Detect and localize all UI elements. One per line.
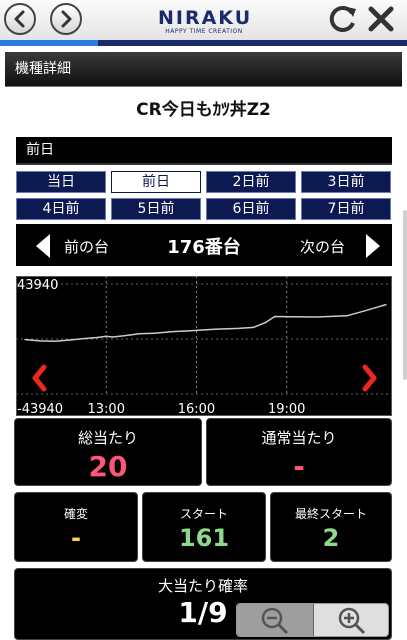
top-toolbar: NIRAKU HAPPY TIME CREATION bbox=[0, 0, 407, 40]
machine-name: CR今日もｶﾂ丼Z2 bbox=[136, 100, 271, 120]
jackpot-rate-label: 大当たり確率 bbox=[157, 577, 248, 595]
last-start-label: 最終スタート bbox=[294, 507, 367, 521]
last-start-value: 2 bbox=[322, 524, 340, 552]
normal-hits-label: 通常当たり bbox=[261, 429, 337, 447]
data-point bbox=[265, 321, 267, 324]
prev-machine-arrow-icon[interactable] bbox=[36, 234, 52, 258]
forward-button[interactable] bbox=[50, 3, 82, 35]
niraku-logo: NIRAKU HAPPY TIME CREATION bbox=[158, 8, 250, 38]
back-button[interactable] bbox=[4, 3, 36, 35]
data-point bbox=[253, 326, 255, 328]
data-point bbox=[81, 338, 83, 340]
total-hits-value: 20 bbox=[88, 450, 128, 483]
close-button[interactable] bbox=[366, 4, 396, 34]
close-icon bbox=[368, 6, 394, 32]
chevron-left-circle-icon bbox=[14, 10, 25, 28]
day-button-5-days-ago[interactable]: 5日前 bbox=[111, 198, 201, 220]
reload-button[interactable] bbox=[328, 4, 358, 34]
data-point bbox=[123, 335, 125, 337]
data-point bbox=[54, 340, 56, 342]
machine-navigation: 前の台 176番台 次の台 bbox=[16, 224, 392, 266]
data-point bbox=[289, 316, 291, 318]
start-value: 161 bbox=[178, 524, 230, 552]
probability-change-box: 確変 - bbox=[14, 492, 138, 562]
chevron-right-circle-icon bbox=[61, 10, 72, 28]
data-point bbox=[274, 315, 276, 318]
start-label: スタート bbox=[179, 507, 228, 521]
y-tick-label-min: -43940 bbox=[17, 402, 63, 416]
next-machine-arrow-icon[interactable] bbox=[364, 234, 380, 258]
payout-chart: 13:00 16:00 19:00 43940 -43940 bbox=[16, 276, 392, 416]
last-start-box: 最終スタート 2 bbox=[270, 492, 392, 562]
progress-fill bbox=[0, 40, 98, 46]
data-point bbox=[364, 310, 366, 312]
day-button-yesterday[interactable]: 前日 bbox=[111, 171, 201, 193]
day-button-today[interactable]: 当日 bbox=[16, 171, 106, 193]
selected-day-label: 前日 bbox=[16, 137, 392, 165]
zoom-control bbox=[236, 603, 389, 637]
start-box: スタート 161 bbox=[142, 492, 266, 562]
chart-prev-arrow-icon[interactable] bbox=[32, 364, 47, 392]
data-point bbox=[153, 332, 155, 334]
logo-text: NIRAKU bbox=[158, 7, 253, 29]
data-point bbox=[69, 339, 71, 341]
payout-chart-svg: 13:00 16:00 19:00 43940 -43940 bbox=[16, 276, 392, 416]
zoom-out-icon bbox=[261, 607, 289, 635]
y-tick-label-max: 43940 bbox=[17, 278, 58, 293]
day-button-4-days-ago[interactable]: 4日前 bbox=[16, 198, 106, 220]
data-point bbox=[105, 335, 107, 337]
chart-frame bbox=[16, 276, 392, 416]
next-machine-link[interactable]: 次の台 bbox=[300, 236, 345, 257]
normal-hits-box: 通常当たり - bbox=[206, 418, 392, 486]
payout-series-line bbox=[24, 303, 387, 343]
day-button-7-days-ago[interactable]: 7日前 bbox=[301, 198, 391, 220]
data-point bbox=[171, 331, 174, 333]
x-tick-label: 16:00 bbox=[178, 402, 215, 416]
data-point bbox=[39, 340, 41, 342]
data-point bbox=[346, 315, 348, 317]
page-load-progress bbox=[0, 40, 407, 46]
total-hits-label: 総当たり bbox=[77, 429, 138, 447]
chart-next-arrow-icon[interactable] bbox=[362, 364, 377, 392]
scrollbar[interactable] bbox=[403, 210, 407, 380]
data-point bbox=[385, 303, 387, 306]
logo-tagline: HAPPY TIME CREATION bbox=[165, 28, 243, 35]
day-button-2-days-ago[interactable]: 2日前 bbox=[206, 171, 296, 193]
normal-hits-value: - bbox=[293, 450, 305, 483]
data-point bbox=[316, 316, 318, 318]
x-tick-label: 13:00 bbox=[88, 402, 125, 416]
data-point bbox=[237, 327, 240, 329]
probability-change-value: - bbox=[71, 524, 81, 552]
data-point bbox=[24, 339, 26, 341]
section-header: 機種詳細 bbox=[5, 52, 402, 87]
day-button-3-days-ago[interactable]: 3日前 bbox=[301, 171, 391, 193]
zoom-in-icon bbox=[338, 607, 366, 635]
x-tick-label: 19:00 bbox=[268, 402, 305, 416]
data-point bbox=[138, 333, 140, 335]
data-point bbox=[111, 336, 113, 338]
reload-icon bbox=[329, 5, 356, 32]
day-button-6-days-ago[interactable]: 6日前 bbox=[206, 198, 296, 220]
data-point bbox=[189, 330, 192, 332]
probability-change-label: 確変 bbox=[63, 507, 88, 521]
data-point bbox=[96, 336, 98, 339]
prev-machine-link[interactable]: 前の台 bbox=[64, 236, 109, 257]
zoom-in-button[interactable] bbox=[314, 604, 388, 636]
zoom-out-button[interactable] bbox=[237, 604, 313, 636]
data-point bbox=[213, 328, 216, 330]
total-hits-box: 総当たり 20 bbox=[14, 418, 202, 486]
